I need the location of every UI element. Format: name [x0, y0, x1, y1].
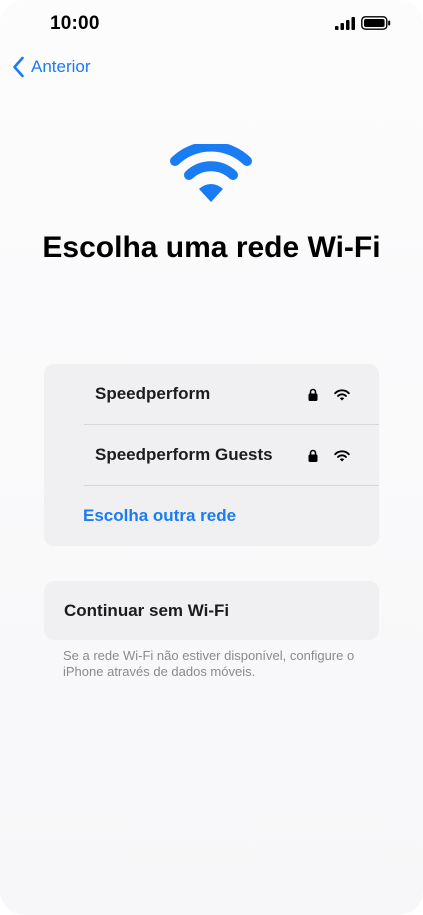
status-bar: 10:00: [0, 0, 423, 50]
setup-screen: 10:00 Anterior Escolha uma rede Wi-Fi Sp…: [0, 0, 423, 915]
network-name: Speedperform: [95, 384, 211, 403]
continue-without-wifi-button[interactable]: Continuar sem Wi-Fi: [44, 581, 379, 640]
back-button[interactable]: Anterior: [12, 56, 91, 78]
status-time: 10:00: [50, 13, 100, 34]
network-name: Speedperform Guests: [95, 445, 273, 464]
no-wifi-footnote: Se a rede Wi-Fi não estiver disponível, …: [63, 648, 355, 679]
row-divider: [84, 485, 379, 486]
continue-without-wifi-label: Continuar sem Wi-Fi: [64, 601, 230, 620]
network-list: Speedperform Speedperform Guests Escolha…: [44, 364, 379, 546]
page-title: Escolha uma rede Wi-Fi: [42, 231, 381, 264]
lock-icon: [308, 449, 318, 462]
status-icons: [335, 16, 391, 30]
network-row-speedperform[interactable]: Speedperform: [44, 364, 379, 424]
network-row-speedperform-guests[interactable]: Speedperform Guests: [44, 425, 379, 485]
choose-other-network-link[interactable]: Escolha outra rede: [83, 506, 236, 526]
wifi-signal-icon: [334, 450, 350, 462]
wifi-icon: [170, 144, 252, 202]
wifi-signal-icon: [334, 389, 350, 401]
lock-icon: [308, 388, 318, 401]
signal-bars-icon: [335, 16, 355, 30]
chevron-left-icon: [13, 56, 24, 78]
battery-icon: [361, 16, 391, 30]
back-label: Anterior: [31, 57, 91, 76]
